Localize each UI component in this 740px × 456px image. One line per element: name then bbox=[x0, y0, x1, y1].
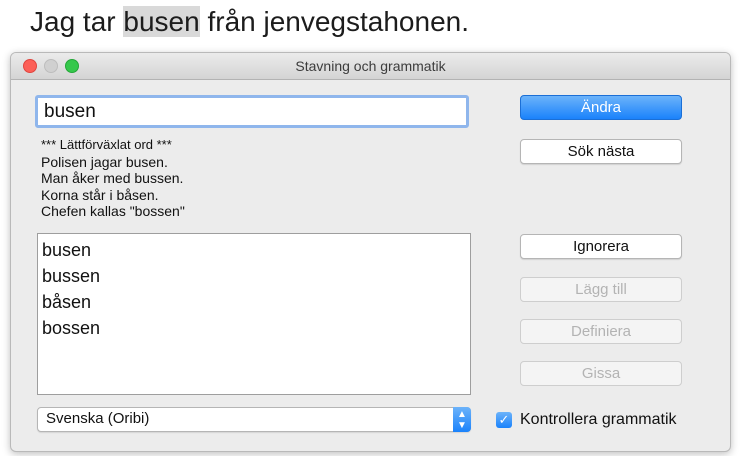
suggestion-item[interactable]: bossen bbox=[42, 315, 470, 341]
suggestion-item[interactable]: busen bbox=[42, 237, 470, 263]
misspelled-word-field[interactable] bbox=[35, 95, 469, 128]
learn-button[interactable]: Lägg till bbox=[520, 277, 682, 302]
document-text-before: Jag tar bbox=[30, 6, 124, 37]
highlighted-misspelled-word[interactable]: busen bbox=[123, 6, 200, 37]
ignore-button[interactable]: Ignorera bbox=[520, 234, 682, 259]
description-line: Korna står i båsen. bbox=[41, 186, 159, 203]
grammar-checkbox[interactable]: ✓ bbox=[496, 412, 512, 428]
description-line: Polisen jagar busen. bbox=[41, 153, 168, 170]
select-stepper-icon: ▲ ▼ bbox=[453, 407, 471, 432]
spelling-grammar-window: Stavning och grammatik *** Lättförväxlat… bbox=[10, 52, 731, 452]
document-text-after: från jenvegstahonen. bbox=[199, 6, 469, 37]
suggestion-item[interactable]: bussen bbox=[42, 263, 470, 289]
guess-button[interactable]: Gissa bbox=[520, 361, 682, 386]
find-next-button[interactable]: Sök nästa bbox=[520, 139, 682, 164]
change-button[interactable]: Ändra bbox=[520, 95, 682, 120]
window-title: Stavning och grammatik bbox=[295, 58, 446, 74]
define-button[interactable]: Definiera bbox=[520, 319, 682, 344]
suggestions-list[interactable]: busen bussen båsen bossen bbox=[37, 233, 471, 395]
suggestion-item[interactable]: båsen bbox=[42, 289, 470, 315]
document-text-line: Jag tar busen från jenvegstahonen. bbox=[30, 6, 469, 38]
description-header: *** Lättförväxlat ord *** bbox=[41, 137, 172, 152]
language-select[interactable]: Svenska (Oribi) ▲ ▼ bbox=[37, 407, 471, 432]
word-description: *** Lättförväxlat ord *** Polisen jagar … bbox=[41, 137, 471, 231]
grammar-checkbox-label[interactable]: Kontrollera grammatik bbox=[520, 411, 677, 429]
language-select-value: Svenska (Oribi) bbox=[46, 410, 150, 427]
description-line: Man åker med bussen. bbox=[41, 170, 184, 186]
title-bar[interactable]: Stavning och grammatik bbox=[11, 53, 730, 80]
description-line: Chefen kallas "bossen" bbox=[41, 203, 185, 219]
